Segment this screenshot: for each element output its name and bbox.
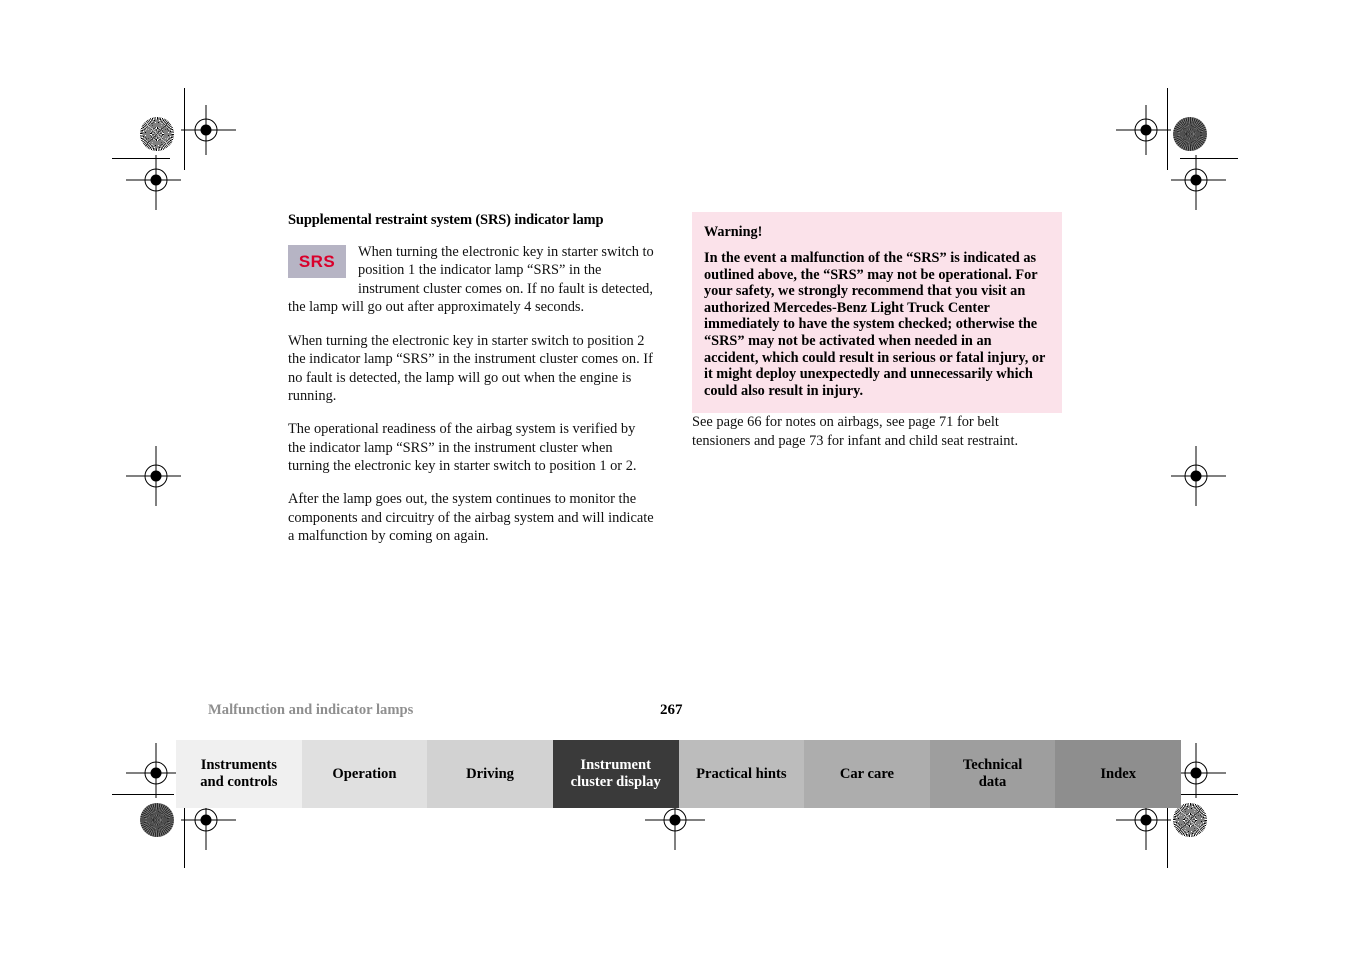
footer-chapter-line: Malfunction and indicator lamps 267 [208,702,1108,719]
srs-indicator-lamp-icon: SRS [288,245,346,278]
chapter-tab-bar[interactable]: Instruments and controls Operation Drivi… [176,740,1181,808]
tab-operation[interactable]: Operation [301,740,428,808]
registration-target-top-right [1116,105,1171,155]
rosette-mark-top-right [1173,117,1207,151]
tab-instruments-and-controls[interactable]: Instruments and controls [176,740,302,808]
footer-chapter-label: Malfunction and indicator lamps [208,702,414,718]
tab-label-line2: data [978,774,1007,790]
tab-practical-hints[interactable]: Practical hints [678,740,805,808]
warning-body-text: In the event a malfunction of the “SRS” … [704,250,1046,399]
tab-instrument-cluster-display[interactable]: Instrument cluster display [552,740,679,808]
registration-target-right-upper [1171,155,1226,210]
registration-target-top-left [181,105,236,155]
tab-index[interactable]: Index [1055,740,1181,808]
tab-label-line1: Instruments [200,757,277,773]
warning-box: Warning! In the event a malfunction of t… [692,212,1062,414]
registration-target-middle-right [1171,446,1226,506]
tab-label-line2: and controls [200,774,278,790]
crop-rule-horizontal-bottom-right [1180,794,1238,795]
warning-title: Warning! [704,224,763,240]
tab-label-line1: Practical hints [696,765,787,782]
registration-target-middle-left [126,446,181,506]
crop-rule-vertical-top-right [1167,88,1168,170]
tab-label-line1: Car care [839,765,895,782]
tab-driving[interactable]: Driving [427,740,553,808]
paragraph-position-2: When turning the electronic key in start… [288,333,653,405]
tab-label-line1: Operation [332,765,397,782]
printed-page: Supplemental restraint system (SRS) indi… [0,0,1351,954]
registration-target-left-upper [126,155,181,210]
page-title: Supplemental restraint system (SRS) indi… [288,212,604,228]
tab-label-line1: Driving [466,765,514,782]
tab-car-care[interactable]: Car care [804,740,930,808]
page-number: 267 [660,702,683,718]
crop-rule-vertical-top-left [184,88,185,170]
left-text-column: Supplemental restraint system (SRS) indi… [288,212,656,560]
right-text-column: Warning! In the event a malfunction of t… [692,212,1062,465]
crop-rule-horizontal-bottom-left [112,794,174,795]
crop-rule-vertical-bottom-left [184,800,185,868]
tab-label-line2: cluster display [570,774,661,790]
rosette-mark-bottom-left [140,803,174,837]
paragraph-operational-readiness: The operational readiness of the airbag … [288,421,637,474]
tab-label-line1: Index [1100,765,1137,782]
tab-label-line1: Instrument [580,757,651,773]
crop-rule-horizontal-top-left [112,158,170,159]
crop-rule-vertical-bottom-right [1167,800,1168,868]
rosette-mark-top-left [140,117,174,151]
crop-rule-horizontal-top-right [1180,158,1238,159]
paragraph-monitoring: After the lamp goes out, the system cont… [288,491,654,544]
cross-reference-note: See page 66 for notes on airbags, see pa… [692,414,1019,449]
tab-label-line1: Technical [962,757,1023,773]
rosette-mark-bottom-right [1173,803,1207,837]
tab-technical-data[interactable]: Technical data [929,740,1056,808]
printer-registration-marks [0,0,1351,954]
